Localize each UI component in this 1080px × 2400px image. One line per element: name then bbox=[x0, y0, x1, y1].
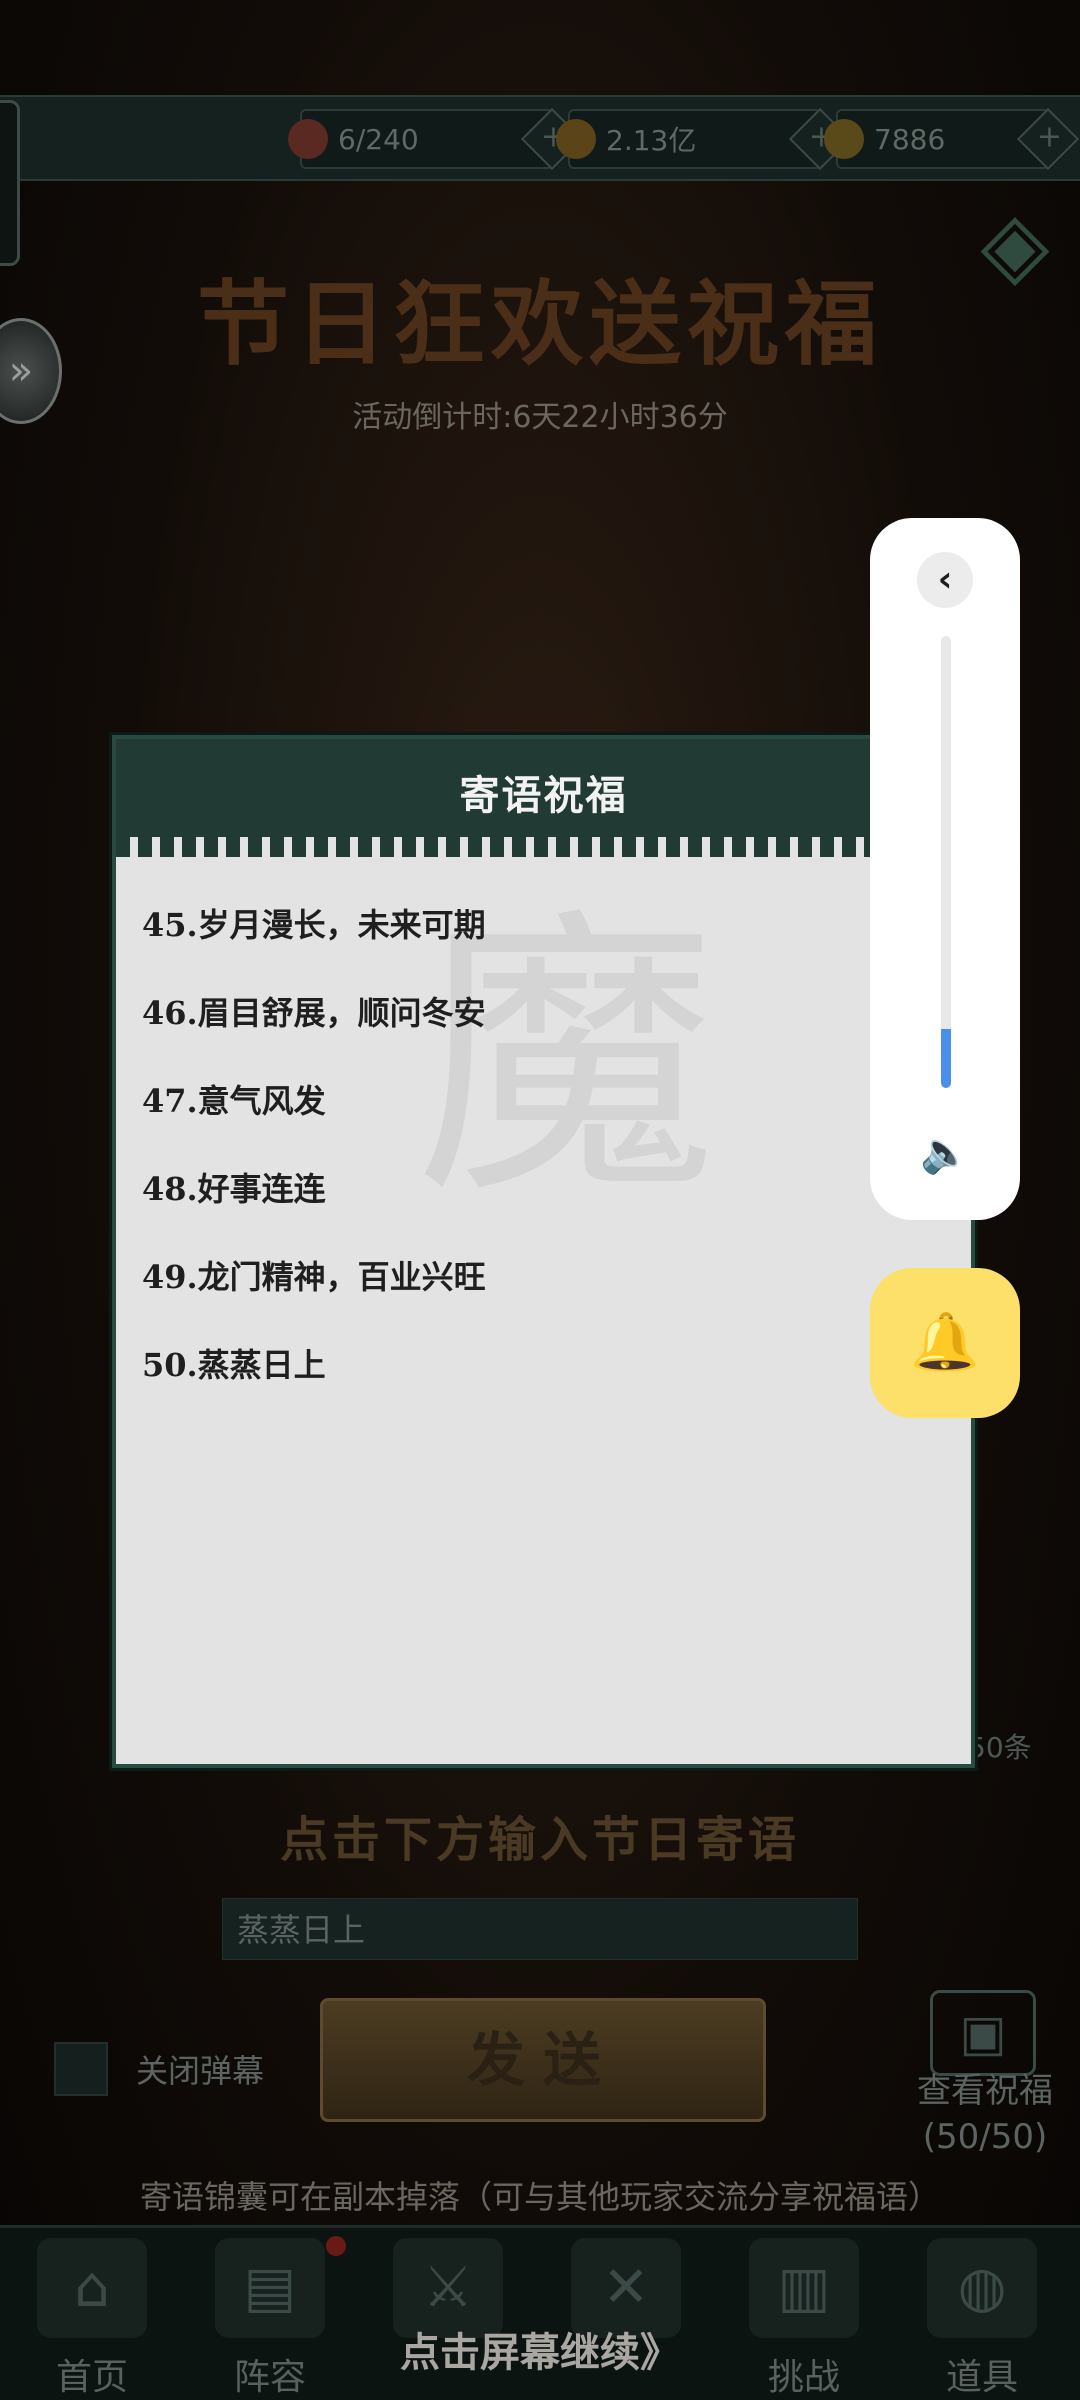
resource-orb: 6/240 + bbox=[288, 107, 584, 171]
list-item[interactable]: 49.龙门精神，百业兴旺 bbox=[142, 1251, 486, 1339]
resource-coin-value: 2.13亿 bbox=[606, 124, 697, 157]
hint-text: 寄语锦囊可在副本掉落（可与其他玩家交流分享祝福语） bbox=[139, 2178, 940, 2216]
chest-icon[interactable]: ▣ bbox=[930, 1990, 1036, 2076]
volume-slider[interactable] bbox=[941, 636, 951, 1088]
list-item[interactable]: 50.蒸蒸日上 bbox=[142, 1339, 486, 1427]
dialog-title: 寄语祝福 bbox=[459, 772, 628, 819]
game-screen[interactable]: 6/240 + 2.13亿 + 7886 + » ◈ 节日狂欢送祝福 活动倒计时… bbox=[0, 0, 1080, 2400]
view-blessing-count: (50/50) bbox=[922, 2117, 1048, 2157]
input-prompt: 点击下方输入节日寄语 bbox=[279, 1812, 800, 1868]
close-danmaku-label: 关闭弹幕 bbox=[136, 2052, 265, 2090]
ingot-icon bbox=[824, 119, 864, 159]
notification-dot bbox=[326, 2236, 346, 2256]
orb-icon bbox=[288, 119, 328, 159]
event-title: 节日狂欢送祝福 bbox=[196, 270, 883, 378]
resource-orb-value: 6/240 bbox=[338, 122, 419, 156]
view-blessing-label: 查看祝福 bbox=[917, 2071, 1053, 2111]
volume-slider-fill bbox=[941, 1029, 951, 1088]
volume-panel: ‹ 🔈 bbox=[870, 518, 1020, 1220]
resource-coin: 2.13亿 + bbox=[556, 107, 852, 171]
bell-icon[interactable]: 🔔 bbox=[870, 1268, 1020, 1418]
blessing-list: 45.岁月漫长，未来可期 46.眉目舒展，顺问冬安 47.意气风发 48.好事连… bbox=[142, 899, 486, 1427]
speaker-icon[interactable]: 🔈 bbox=[915, 1128, 975, 1178]
send-button[interactable]: 发送 bbox=[320, 1998, 766, 2122]
view-blessing-button[interactable]: 查看祝福 (50/50) bbox=[900, 2068, 1070, 2160]
dialog-header: 寄语祝福 bbox=[116, 739, 971, 857]
close-danmaku-checkbox[interactable] bbox=[54, 2042, 108, 2096]
resource-ingot: 7886 + bbox=[824, 107, 1080, 171]
blessing-count: 50条 bbox=[968, 1731, 1032, 1764]
tap-to-continue[interactable]: 点击屏幕继续》 bbox=[0, 2320, 1080, 2378]
blessing-dialog: 魔 寄语祝福 45.岁月漫长，未来可期 46.眉目舒展，顺问冬安 47.意气风发… bbox=[112, 735, 975, 1768]
list-item[interactable]: 48.好事连连 bbox=[142, 1163, 486, 1251]
blessing-input[interactable]: 蒸蒸日上 bbox=[222, 1898, 858, 1960]
add-ingot-button[interactable]: + bbox=[1016, 107, 1080, 171]
chevron-left-icon[interactable]: ‹ bbox=[917, 552, 973, 608]
list-item[interactable]: 45.岁月漫长，未来可期 bbox=[142, 899, 486, 987]
list-item[interactable]: 46.眉目舒展，顺问冬安 bbox=[142, 987, 486, 1075]
side-tab[interactable] bbox=[0, 100, 20, 266]
list-item[interactable]: 47.意气风发 bbox=[142, 1075, 486, 1163]
event-countdown: 活动倒计时:6天22小时36分 bbox=[352, 400, 728, 435]
resource-bar: 6/240 + 2.13亿 + 7886 + bbox=[0, 95, 1080, 181]
resource-ingot-value: 7886 bbox=[874, 122, 946, 156]
coin-icon bbox=[556, 119, 596, 159]
